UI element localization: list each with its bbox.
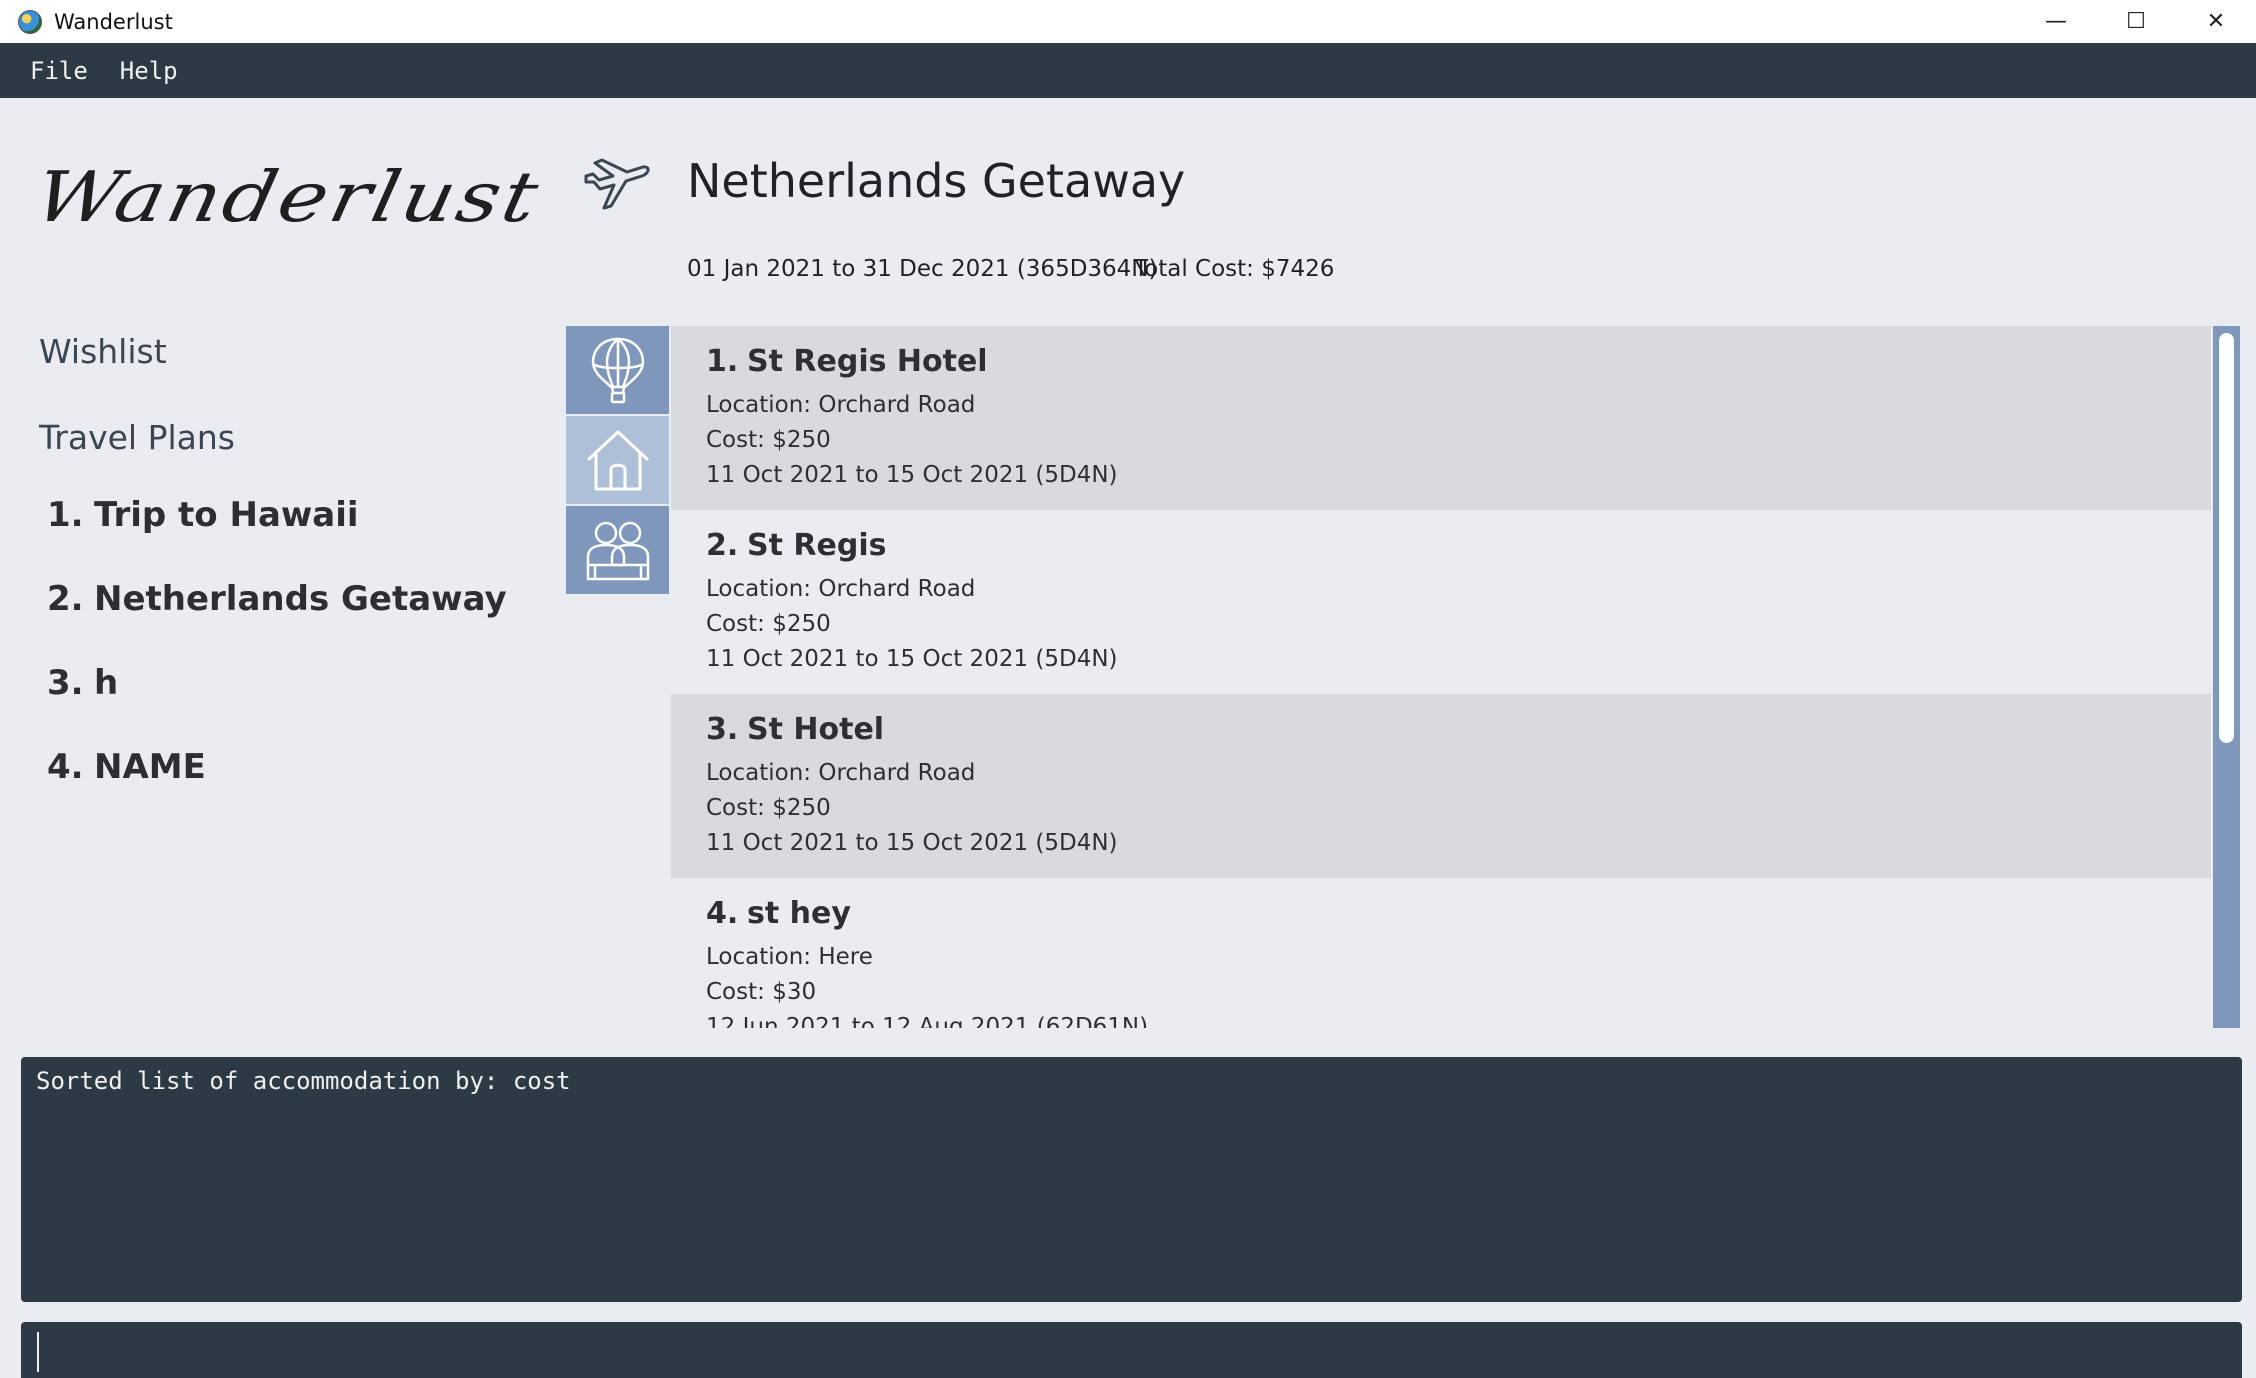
card-name: St Regis: [747, 528, 887, 563]
card-cost: Cost: $250: [706, 427, 831, 453]
window-title-bar: Wanderlust — ☐ ✕: [0, 0, 2256, 43]
travel-plan-list: 1. Trip to Hawaii 2. Netherlands Getaway…: [47, 495, 507, 831]
travel-plan-item[interactable]: 3. h: [47, 663, 507, 747]
card-cost: Cost: $30: [706, 979, 817, 1005]
plan-total-cost: Total Cost: $7426: [1134, 256, 1335, 282]
tab-friends[interactable]: [566, 506, 669, 594]
card-name: St Regis Hotel: [747, 344, 988, 379]
plan-title: Netherlands Getaway: [687, 154, 1186, 208]
accommodation-list: 1. St Regis Hotel Location: Orchard Road …: [671, 326, 2211, 1028]
card-number: 1.: [706, 344, 739, 379]
travel-plan-item[interactable]: 4. NAME: [47, 747, 507, 831]
card-location: Location: Orchard Road: [706, 760, 976, 786]
plan-name: h: [94, 663, 119, 703]
command-input[interactable]: [35, 1330, 2219, 1376]
accommodation-card[interactable]: 2. St Regis Location: Orchard Road Cost: …: [671, 510, 2211, 694]
card-location: Location: Orchard Road: [706, 576, 976, 602]
accommodation-card[interactable]: 1. St Regis Hotel Location: Orchard Road …: [671, 326, 2211, 510]
plan-name: NAME: [94, 747, 206, 787]
plan-number: 4.: [47, 747, 84, 787]
sidebar-travel-plans[interactable]: Travel Plans: [39, 418, 235, 457]
plan-dates: 01 Jan 2021 to 31 Dec 2021 (365D364N): [687, 256, 1158, 282]
card-location: Location: Orchard Road: [706, 392, 976, 418]
card-cost: Cost: $250: [706, 611, 831, 637]
card-title: 4. st hey: [706, 896, 2211, 931]
window-controls: — ☐ ✕: [2016, 0, 2256, 43]
result-message: Sorted list of accommodation by: cost: [36, 1067, 571, 1095]
result-display: Sorted list of accommodation by: cost: [21, 1057, 2242, 1302]
plan-number: 1.: [47, 495, 84, 535]
card-dates: 11 Oct 2021 to 15 Oct 2021 (5D4N): [706, 830, 1118, 856]
card-dates: 12 Jun 2021 to 12 Aug 2021 (62D61N): [706, 1014, 1149, 1028]
hot-air-balloon-icon: [591, 337, 644, 404]
menu-help[interactable]: Help: [105, 57, 193, 85]
card-name: st hey: [747, 896, 851, 931]
travel-plan-item[interactable]: 1. Trip to Hawaii: [47, 495, 507, 579]
card-title: 3. St Hotel: [706, 712, 2211, 747]
plan-name: Netherlands Getaway: [94, 579, 507, 619]
plan-number: 3.: [47, 663, 84, 703]
plan-name: Trip to Hawaii: [94, 495, 359, 535]
tab-activities[interactable]: [566, 326, 669, 414]
wanderlust-logo: Wanderlust: [27, 157, 548, 238]
app-globe-icon: [18, 9, 42, 34]
command-box[interactable]: [21, 1322, 2242, 1378]
card-dates: 11 Oct 2021 to 15 Oct 2021 (5D4N): [706, 646, 1118, 672]
card-title: 2. St Regis: [706, 528, 2211, 563]
card-title: 1. St Regis Hotel: [706, 344, 2211, 379]
tab-accommodations[interactable]: [566, 416, 669, 504]
menu-file[interactable]: File: [15, 57, 103, 85]
card-dates: 11 Oct 2021 to 15 Oct 2021 (5D4N): [706, 462, 1118, 488]
menu-bar: File Help: [0, 43, 2256, 98]
plan-number: 2.: [47, 579, 84, 619]
window-title: Wanderlust: [54, 9, 173, 34]
card-number: 4.: [706, 896, 739, 931]
minimize-button[interactable]: —: [2016, 0, 2096, 43]
people-icon: [586, 521, 649, 581]
text-caret: [37, 1332, 39, 1372]
card-number: 2.: [706, 528, 739, 563]
maximize-button[interactable]: ☐: [2096, 0, 2176, 43]
close-button[interactable]: ✕: [2176, 0, 2256, 43]
sidebar-wishlist[interactable]: Wishlist: [39, 332, 167, 371]
travel-plan-item[interactable]: 2. Netherlands Getaway: [47, 579, 507, 663]
card-location: Location: Here: [706, 944, 873, 970]
card-cost: Cost: $250: [706, 795, 831, 821]
house-icon: [587, 430, 648, 491]
airplane-icon: [584, 158, 650, 210]
card-number: 3.: [706, 712, 739, 747]
accommodation-card[interactable]: 3. St Hotel Location: Orchard Road Cost: …: [671, 694, 2211, 878]
card-name: St Hotel: [747, 712, 885, 747]
accommodation-card[interactable]: 4. st hey Location: Here Cost: $30 12 Jun…: [671, 878, 2211, 1028]
list-scrollbar-thumb[interactable]: [2219, 333, 2234, 743]
